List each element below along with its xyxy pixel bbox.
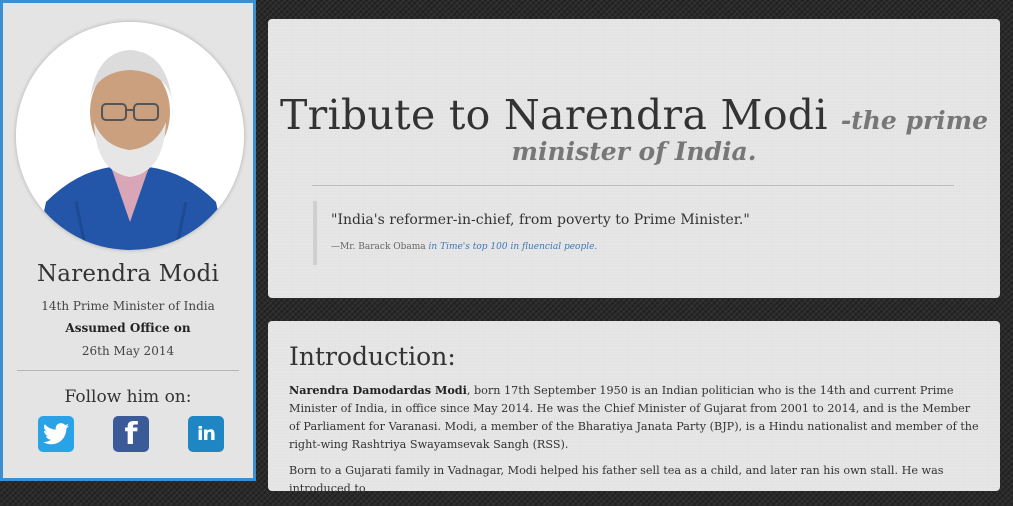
quote-author: —Mr. Barack Obama xyxy=(331,242,429,252)
profile-name: Narendra Modi xyxy=(36,261,220,287)
linkedin-icon: in xyxy=(196,423,216,445)
facebook-icon: f xyxy=(124,416,138,452)
profile-sidebar: Narendra Modi 14th Prime Minister of Ind… xyxy=(0,0,256,481)
twitter-icon xyxy=(43,423,69,445)
portrait-image xyxy=(16,22,244,250)
follow-label: Follow him on: xyxy=(64,387,192,407)
page-title: Tribute to Narendra Modi -the prime xyxy=(268,93,1000,143)
office-label: Assumed Office on xyxy=(65,321,191,335)
intro-body: Narendra Damodardas Modi, born 17th Sept… xyxy=(289,381,979,506)
intro-lead-name: Narendra Damodardas Modi xyxy=(289,383,467,397)
title-main: Tribute to Narendra Modi xyxy=(279,91,828,139)
quote-text: "India's reformer-in-chief, from poverty… xyxy=(331,212,750,228)
office-date: 26th May 2014 xyxy=(81,344,175,358)
twitter-button[interactable] xyxy=(38,416,74,452)
intro-paragraph-2: Born to a Gujarati family in Vadnagar, M… xyxy=(289,464,944,495)
profile-role: 14th Prime Minister of India xyxy=(41,299,215,313)
title-subtitle-part2: minister of India. xyxy=(511,137,757,166)
avatar xyxy=(16,22,244,250)
intro-heading: Introduction: xyxy=(289,342,456,371)
facebook-button[interactable]: f xyxy=(113,416,149,452)
intro-paragraph-1: Narendra Damodardas Modi, born 17th Sept… xyxy=(289,381,979,454)
quote-cite-link[interactable]: in Time's top 100 in fluencial people. xyxy=(429,242,598,252)
quote-source: —Mr. Barack Obama in Time's top 100 in f… xyxy=(331,242,953,252)
tribute-header-panel: Tribute to Narendra Modi -the prime mini… xyxy=(268,19,1000,298)
blockquote: "India's reformer-in-chief, from poverty… xyxy=(313,201,953,265)
linkedin-button[interactable]: in xyxy=(188,416,224,452)
introduction-panel: Introduction: Narendra Damodardas Modi, … xyxy=(268,321,1000,495)
header-divider xyxy=(312,185,954,186)
sidebar-divider xyxy=(17,370,239,371)
title-subtitle-part1: -the prime xyxy=(840,106,989,135)
